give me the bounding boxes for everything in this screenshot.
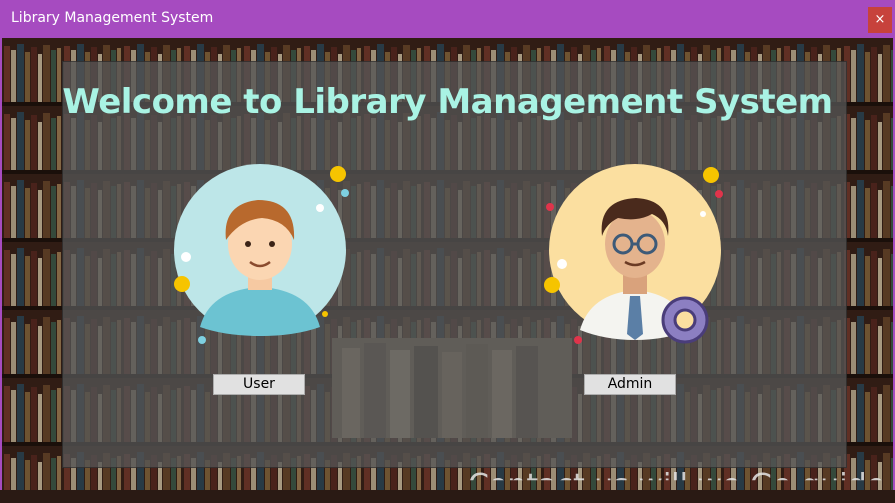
close-icon: × xyxy=(874,12,886,27)
user-button[interactable]: User xyxy=(213,374,305,395)
page-title: Welcome to Library Management System xyxy=(62,82,833,122)
close-button[interactable]: × xyxy=(868,7,892,33)
user-avatar-icon xyxy=(170,162,360,347)
admin-avatar-icon xyxy=(540,162,730,347)
admin-button[interactable]: Admin xyxy=(584,374,676,395)
window-title: Library Management System xyxy=(11,10,214,26)
window-titlebar: Library Management System × xyxy=(0,0,895,38)
